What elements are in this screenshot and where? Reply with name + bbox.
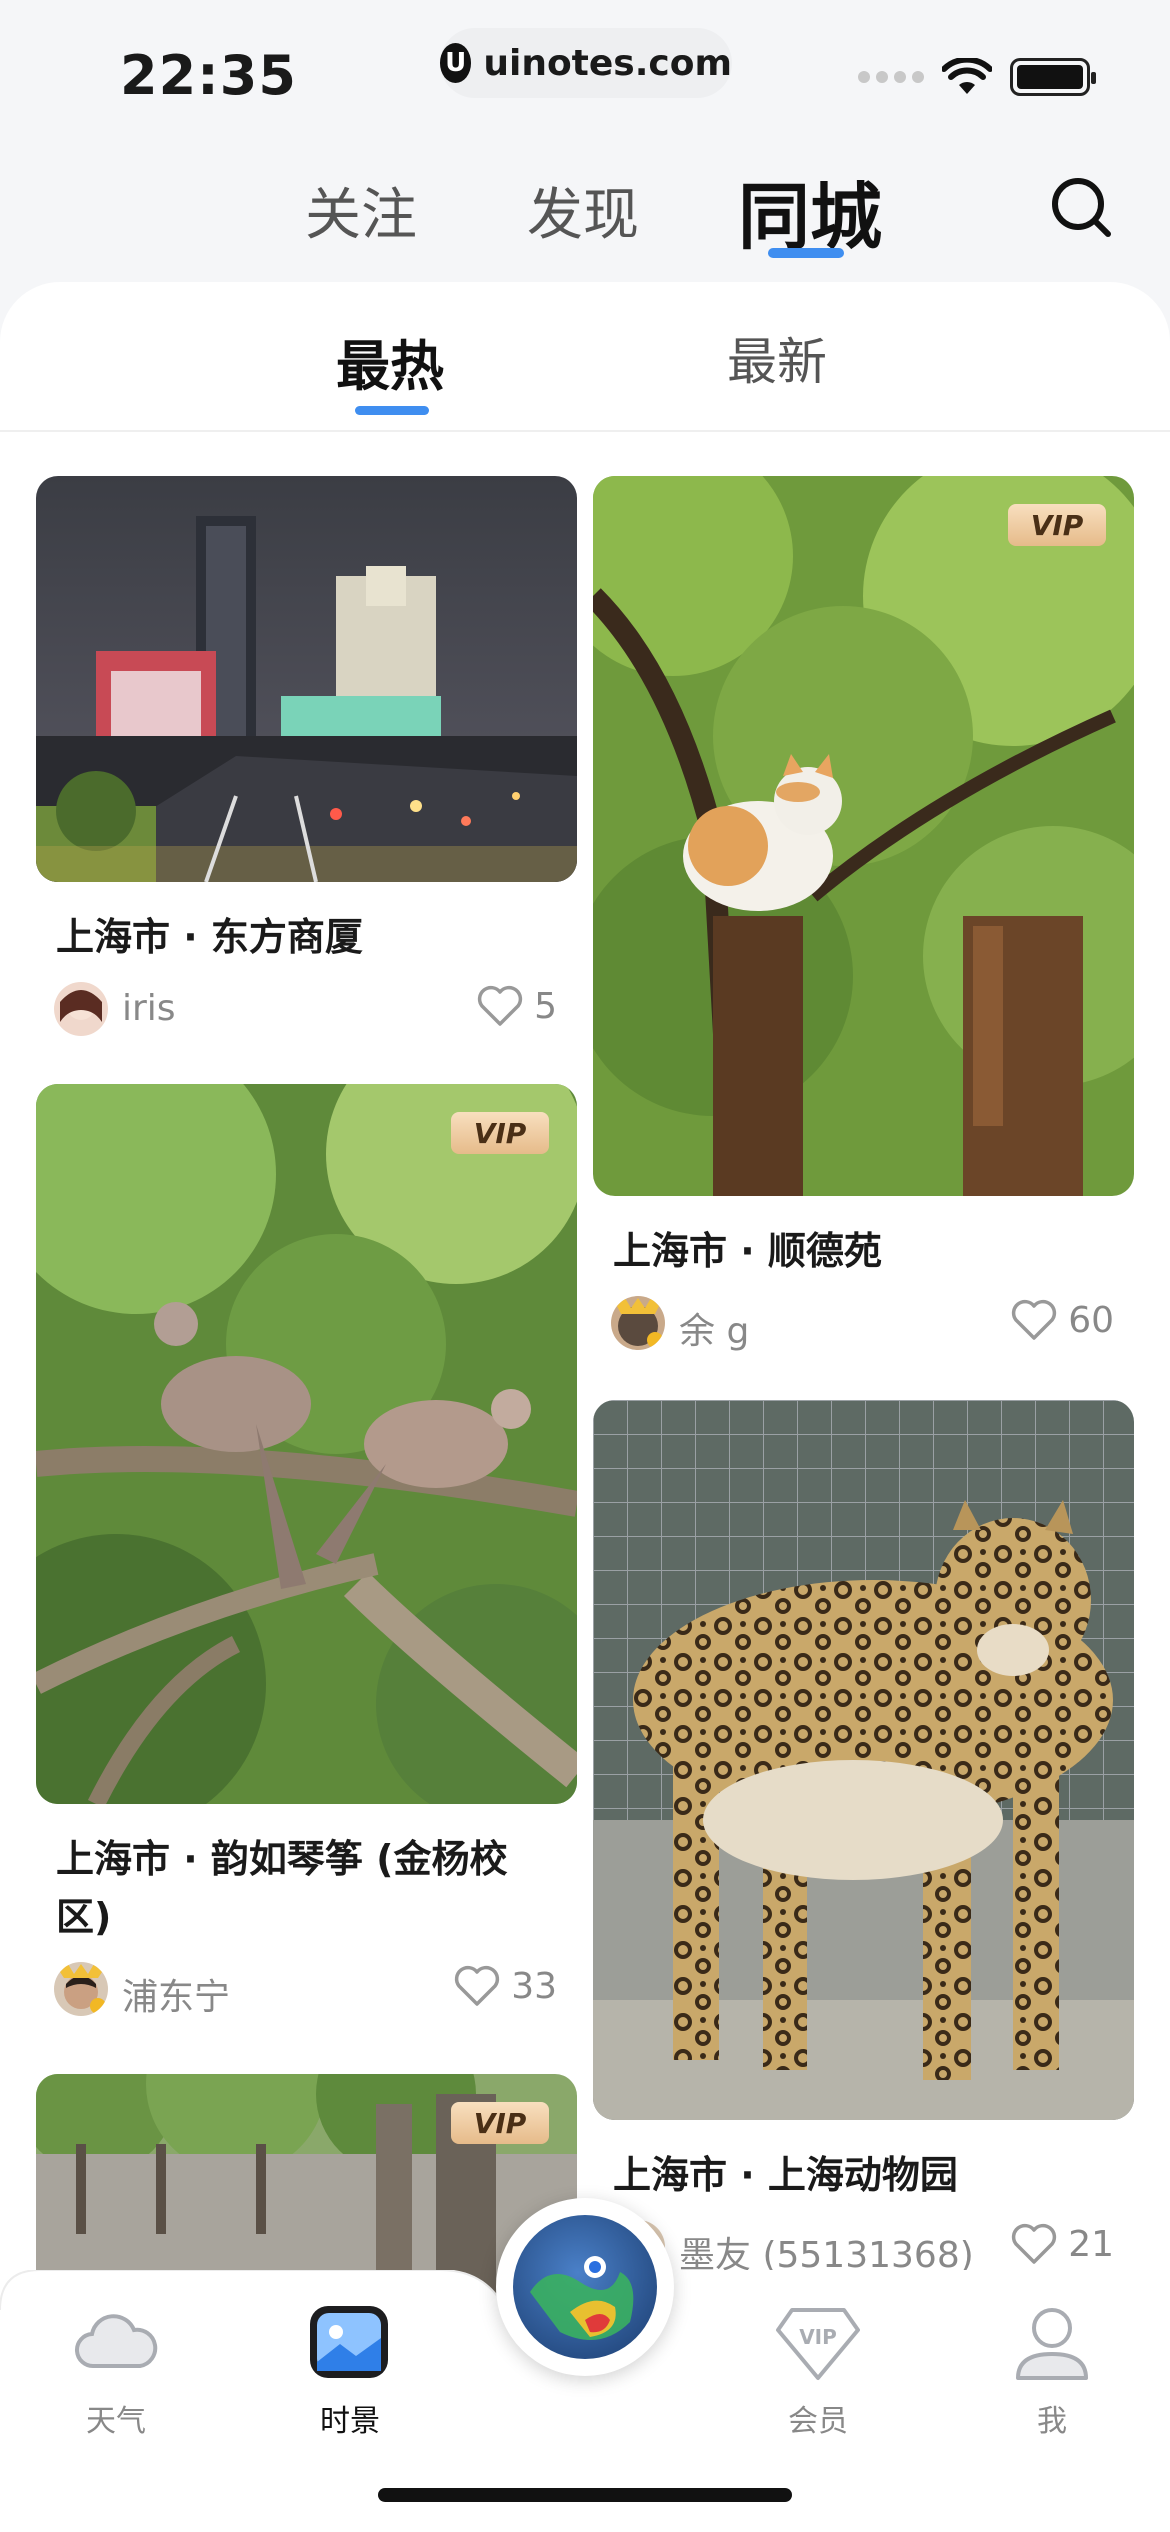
status-bar: 22:35 U uinotes.com: [0, 0, 1170, 140]
like-count: 33: [511, 1965, 557, 2007]
heart-icon: [455, 1965, 500, 2006]
card-username: 余 g: [679, 1311, 750, 1352]
like-button[interactable]: 33: [453, 1964, 557, 2008]
tab-follow[interactable]: 关注: [305, 170, 417, 251]
photo-icon: [310, 2306, 388, 2378]
svg-text:VIP: VIP: [799, 2325, 837, 2349]
url-text: uinotes.com: [483, 42, 732, 84]
tab-label: 我: [1037, 2404, 1067, 2439]
feed-card[interactable]: VIP 上海市 · 顺德苑 余 g 60: [593, 476, 1134, 1362]
status-time: 22:35: [120, 44, 297, 107]
like-button[interactable]: 21: [1010, 2222, 1114, 2266]
avatar[interactable]: [54, 1962, 108, 2016]
card-photo-leopard[interactable]: [593, 1400, 1134, 2120]
card-username: iris: [122, 988, 176, 1029]
card-title: 上海市 · 东方商厦: [56, 915, 363, 959]
battery-icon: [1010, 58, 1096, 96]
card-photo-cat[interactable]: VIP: [593, 476, 1134, 1196]
like-count: 60: [1068, 1299, 1114, 1341]
tab-discover[interactable]: 发现: [527, 170, 639, 251]
card-title: 上海市 · 韵如琴筝 (金杨校区): [56, 1837, 508, 1939]
tab-weather[interactable]: 天气: [46, 2300, 186, 2440]
signal-icon: [858, 71, 924, 83]
like-count: 5: [534, 985, 557, 1027]
vip-badge: VIP: [1008, 504, 1106, 546]
user-icon: [1016, 2308, 1088, 2380]
tab-vip[interactable]: VIP 会员: [748, 2300, 888, 2440]
top-navigation: 关注 发现 同城: [0, 150, 1170, 270]
vip-badge: VIP: [451, 1112, 549, 1154]
radar-globe-icon: [513, 2215, 657, 2359]
tab-me[interactable]: 我: [982, 2300, 1122, 2440]
content-panel: 最热 最新 上海市 · 东方商厦 iris 5 VIP 上海市 · 顺德苑 余 …: [0, 282, 1170, 2532]
search-icon[interactable]: [1046, 172, 1116, 242]
subtab-latest[interactable]: 最新: [727, 322, 827, 394]
card-meta: 浦东宁 33: [36, 1946, 577, 2028]
like-count: 21: [1068, 2223, 1114, 2265]
like-button[interactable]: 60: [1010, 1298, 1114, 1342]
avatar[interactable]: [611, 1296, 665, 1350]
url-pill: U uinotes.com: [440, 28, 732, 98]
sub-tabs: 最热 最新: [0, 282, 1170, 432]
heart-icon: [1012, 2223, 1057, 2264]
card-photo-night-city[interactable]: [36, 476, 577, 882]
tab-scenes[interactable]: 时景: [280, 2300, 420, 2440]
card-meta: iris 5: [36, 966, 577, 1048]
card-photo-doves[interactable]: VIP: [36, 1084, 577, 1804]
heart-icon: [1012, 1299, 1057, 1340]
uinotes-logo-icon: U: [440, 43, 472, 83]
tab-label: 会员: [788, 2404, 848, 2439]
card-meta: 余 g 60: [593, 1280, 1134, 1362]
heart-icon: [477, 985, 523, 1026]
avatar[interactable]: [54, 982, 108, 1036]
like-button[interactable]: 5: [476, 984, 557, 1028]
app-screen: 22:35 U uinotes.com 关注 发现 同城 最热 最新 上海市 ·…: [0, 0, 1170, 2532]
feed-card[interactable]: 上海市 · 东方商厦 iris 5: [36, 476, 577, 1048]
cloud-icon: [75, 2314, 158, 2369]
home-indicator: [378, 2488, 792, 2502]
wifi-icon: [942, 58, 992, 94]
tab-label: 天气: [86, 2404, 146, 2439]
card-title: 上海市 · 顺德苑: [613, 1229, 882, 1273]
status-icons: [858, 58, 1096, 96]
vip-diamond-icon: VIP: [776, 2308, 860, 2380]
vip-badge: VIP: [451, 2102, 549, 2144]
active-tab-indicator: [768, 248, 844, 258]
feed-card[interactable]: 上海市 · 上海动物园 墨友 (55131368) 21: [593, 1400, 1134, 2286]
subtab-hot[interactable]: 最热: [336, 322, 444, 401]
card-username: 浦东宁: [122, 1977, 231, 2018]
tab-label: 时景: [320, 2404, 380, 2439]
card-title: 上海市 · 上海动物园: [613, 2153, 958, 2197]
subtab-indicator: [355, 406, 429, 415]
feed-card[interactable]: VIP 上海市 · 韵如琴筝 (金杨校区) 浦东宁 33: [36, 1084, 577, 2028]
radar-map-button[interactable]: [496, 2198, 674, 2376]
